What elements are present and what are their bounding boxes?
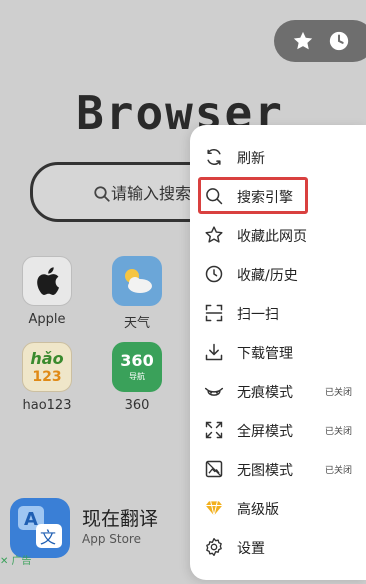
menu-item-label: 无痕模式	[237, 385, 293, 401]
fullscreen-icon	[205, 421, 223, 439]
menu-item-label: 刷新	[237, 151, 265, 167]
menu-item-no-image[interactable]: 无图模式 已关闭	[190, 451, 366, 487]
svg-text:文: 文	[40, 528, 56, 547]
menu-item-incognito[interactable]: 无痕模式 已关闭	[190, 373, 366, 409]
hao123-icon-number: 123	[32, 368, 62, 385]
menu-item-label: 收藏/历史	[237, 268, 298, 284]
360-icon: 360 导航	[112, 342, 162, 392]
search-icon	[206, 188, 223, 205]
translate-app-icon: A 文	[10, 498, 70, 558]
menu-item-fullscreen[interactable]: 全屏模式 已关闭	[190, 412, 366, 448]
app-weather[interactable]: 天气	[107, 256, 167, 331]
hao123-icon: hǎo 123	[22, 342, 72, 392]
ad-title: 现在翻译	[82, 508, 159, 530]
menu-item-label: 无图模式	[237, 463, 293, 479]
menu-item-label: 全屏模式	[237, 424, 293, 440]
menu-item-label: 设置	[237, 541, 265, 557]
menu-item-label: 下载管理	[237, 346, 293, 362]
360-icon-text: 360	[120, 351, 154, 370]
menu-item-status: 已关闭	[325, 388, 353, 398]
ad-banner[interactable]: A 文 现在翻译 App Store ✕ 广告	[0, 494, 190, 584]
apple-icon	[22, 256, 72, 306]
download-icon	[205, 343, 223, 361]
ad-subtitle: App Store	[82, 532, 141, 546]
menu-item-premium[interactable]: 高级版	[190, 490, 366, 526]
app-label: 360	[124, 398, 150, 413]
app-label: hao123	[22, 398, 72, 413]
menu-item-search-engine[interactable]: 搜索引擎	[190, 178, 366, 214]
menu-item-settings[interactable]: 设置	[190, 529, 366, 565]
menu-item-downloads[interactable]: 下载管理	[190, 334, 366, 370]
svg-text:A: A	[24, 509, 38, 530]
menu-item-label: 扫一扫	[237, 307, 279, 323]
menu-item-scan[interactable]: 扫一扫	[190, 295, 366, 331]
app-label: 天气	[123, 316, 150, 331]
ad-mark[interactable]: ✕ 广告	[0, 552, 32, 567]
bookmark-history-pill	[274, 20, 366, 62]
incognito-icon	[204, 387, 224, 396]
clock-icon[interactable]	[328, 30, 350, 52]
hao123-icon-text: hǎo	[30, 348, 64, 368]
menu-item-status: 已关闭	[325, 427, 353, 437]
search-placeholder: 请输入搜索	[111, 184, 192, 203]
scan-icon	[205, 304, 223, 322]
search-icon	[94, 186, 110, 202]
refresh-icon	[207, 149, 221, 165]
menu-item-label: 高级版	[237, 502, 279, 518]
menu-item-bookmarks-history[interactable]: 收藏/历史	[190, 256, 366, 292]
no-image-icon	[205, 460, 223, 478]
menu-item-status: 已关闭	[325, 466, 353, 476]
star-icon[interactable]	[292, 30, 314, 52]
menu-item-label: 搜索引擎	[237, 190, 293, 206]
menu-item-label: 收藏此网页	[237, 229, 307, 245]
star-icon	[205, 226, 223, 243]
weather-icon	[112, 256, 162, 306]
menu-item-bookmark-page[interactable]: 收藏此网页	[190, 217, 366, 253]
app-hao123[interactable]: hǎo 123 hao123	[17, 342, 77, 413]
360-icon-subtext: 导航	[129, 372, 145, 381]
app-apple[interactable]: Apple	[17, 256, 77, 327]
clock-icon	[205, 265, 223, 283]
browser-menu: 刷新 搜索引擎 收藏此网页 收藏/历史 扫一扫 下载管理 无痕模式 已关闭 全屏…	[190, 125, 366, 580]
app-label: Apple	[28, 312, 66, 327]
diamond-icon	[205, 501, 223, 516]
menu-item-refresh[interactable]: 刷新	[190, 139, 366, 175]
settings-icon	[206, 538, 222, 556]
app-360[interactable]: 360 导航 360	[107, 342, 167, 413]
